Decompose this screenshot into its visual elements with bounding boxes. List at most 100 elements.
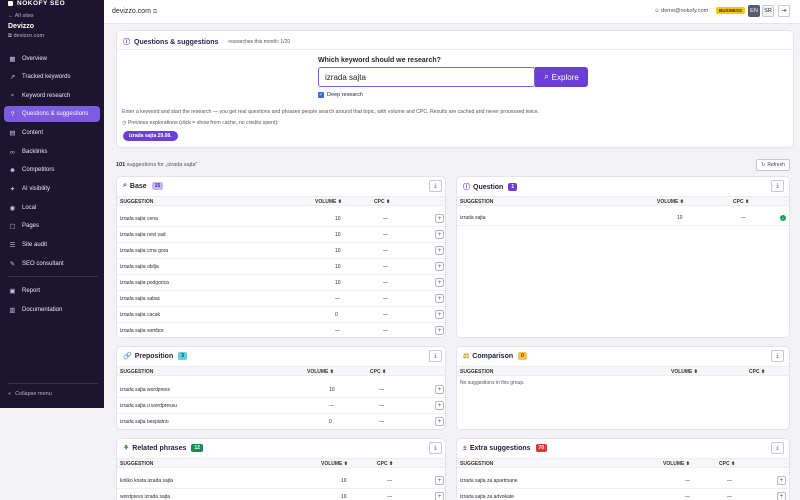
sidebar-item-overview[interactable]: ▦ Overview [4,51,100,67]
col-volume[interactable]: VOLUME ⬍ [307,369,334,375]
sidebar-item-label: Tracked keywords [22,74,71,80]
sidebar-item-label: SEO consultant [22,261,64,267]
sidebar-item-label: Documentation [22,307,63,313]
add-keyword-button[interactable]: + [435,417,444,426]
sparkle-icon: ✦ [9,186,16,193]
add-keyword-button[interactable]: + [777,476,786,485]
col-cpc[interactable]: CPC ⬍ [377,461,393,467]
download-button[interactable]: ⤓ [429,442,442,454]
add-keyword-button[interactable]: + [777,492,786,500]
sidebar-item-ai-visibility[interactable]: ✦ AI visibility [4,181,100,197]
add-keyword-button[interactable]: + [435,476,444,485]
col-suggestion[interactable]: SUGGESTION [460,461,493,467]
download-button[interactable]: ⤓ [429,180,442,192]
col-suggestion[interactable]: SUGGESTION [120,199,153,205]
sidebar-item-tracked-keywords[interactable]: ↗ Tracked keywords [4,69,100,85]
col-suggestion[interactable]: SUGGESTION [120,369,153,375]
add-keyword-button[interactable]: + [435,492,444,500]
user-email[interactable]: ☺ demo@nokofy.com [654,8,708,14]
add-keyword-button[interactable]: + [435,246,444,255]
suggestion-cell: izrada sajta podgorica [120,280,169,286]
download-button[interactable]: ⤓ [771,442,784,454]
refresh-button[interactable]: ↻ Refresh [756,159,790,171]
download-button[interactable]: ⤓ [771,350,784,362]
add-keyword-button[interactable]: + [435,310,444,319]
current-domain[interactable]: devizzo.com ⧉ [112,8,157,16]
site-name: Devizzo [8,23,35,30]
sidebar-item-competitors[interactable]: ☻ Competitors [4,162,100,178]
sidebar-item-seo-consultant[interactable]: ✎ SEO consultant [4,256,100,272]
cpc-cell: — [383,216,388,222]
sidebar-item-label: Keyword research [22,93,71,99]
page-icon: ▢ [9,223,16,230]
col-volume[interactable]: VOLUME ⬍ [671,369,698,375]
add-keyword-button[interactable]: + [435,385,444,394]
add-keyword-button[interactable]: + [435,230,444,239]
col-cpc[interactable]: CPC ⬍ [719,461,735,467]
suggestion-cell: izrada sajta besplatno [120,419,169,425]
col-suggestion[interactable]: SUGGESTION [460,369,493,375]
lang-en-button[interactable]: EN [748,5,760,17]
deep-research-toggle[interactable]: ✓ Deep research [318,92,363,98]
all-sites-link[interactable]: ← All sites [8,13,34,19]
keyword-input[interactable]: izrada sajta [318,67,535,87]
sidebar-item-label: Competitors [22,167,55,173]
volume-cell: 10 [335,264,341,270]
col-suggestion[interactable]: SUGGESTION [120,461,153,467]
brand[interactable]: NOKOFY SEO [8,0,65,7]
sidebar-item-keyword-research[interactable]: ⌕ Keyword research [4,88,100,104]
table-row: izrada sajta za advokate — — + [457,489,789,500]
checkbox-checked-icon[interactable]: ✓ [318,92,324,98]
add-keyword-button[interactable]: + [435,326,444,335]
add-keyword-button[interactable]: + [435,294,444,303]
add-keyword-button[interactable]: + [435,262,444,271]
download-button[interactable]: ⤓ [771,180,784,192]
suggestion-cell: izrada sajta za advokate [460,494,514,500]
add-keyword-button[interactable]: + [435,214,444,223]
sidebar-item-report[interactable]: ▣ Report [4,283,100,299]
group-count-badge: 0 [518,352,527,360]
logo-icon [8,1,13,6]
lang-sr-button[interactable]: SR [762,5,774,17]
col-volume[interactable]: VOLUME ⬍ [663,461,690,467]
sidebar-item-content[interactable]: ▤ Content [4,125,100,141]
group-title: ⌕ Base 15 [123,182,164,190]
site-url[interactable]: ⧉ devizzo.com [8,33,44,40]
research-question: Which keyword should we research? [318,57,441,64]
table-header: SUGGESTION VOLUME ⬍ CPC ⬍ [117,366,445,376]
logout-button[interactable]: ⇥ [778,5,790,17]
collapse-menu-button[interactable]: «Collapse menu [8,391,52,397]
col-cpc[interactable]: CPC ⬍ [749,369,765,375]
col-volume[interactable]: VOLUME ⬍ [657,199,684,205]
col-cpc[interactable]: CPC ⬍ [374,199,390,205]
col-cpc[interactable]: CPC ⬍ [733,199,749,205]
sidebar-item-pages[interactable]: ▢ Pages [4,218,100,234]
sidebar-item-questions-suggestions[interactable]: ? Questions & suggestions [4,106,100,122]
sidebar-item-local[interactable]: ◉ Local [4,200,100,216]
previous-exploration-chip[interactable]: izrada sajta 29.08. [123,131,178,141]
group-title: ⚘ Related phrases 12 [123,444,203,452]
explore-button[interactable]: ⌕ Explore [535,67,588,87]
sidebar-item-site-audit[interactable]: ☰ Site audit [4,237,100,253]
col-volume[interactable]: VOLUME ⬍ [315,199,342,205]
table-header: SUGGESTION VOLUME ⬍ CPC ⬍ [457,366,789,376]
sidebar-item-documentation[interactable]: ▥ Documentation [4,302,100,318]
add-keyword-button[interactable]: + [435,401,444,410]
volume-cell: 10 [341,494,347,500]
tree-icon: ⚘ [123,445,130,452]
col-cpc[interactable]: CPC ⬍ [370,369,386,375]
col-suggestion[interactable]: SUGGESTION [460,199,493,205]
results-count-suffix: suggestions for „izrada sajta” [126,162,198,168]
external-link-icon: ⧉ [152,9,158,15]
download-icon: ⤓ [434,182,437,189]
add-keyword-button[interactable]: + [435,278,444,287]
suggestion-cell: izrada sajta cena [120,216,158,222]
download-button[interactable]: ⤓ [429,350,442,362]
col-volume[interactable]: VOLUME ⬍ [321,461,348,467]
sidebar-item-backlinks[interactable]: ∞ Backlinks [4,144,100,160]
cpc-cell: — [383,312,388,318]
cpc-cell: — [383,264,388,270]
group-name: Related phrases [132,444,187,452]
table-row: izrada sajta besplatno 0 — + [117,414,445,430]
book-icon: ▥ [9,307,16,314]
